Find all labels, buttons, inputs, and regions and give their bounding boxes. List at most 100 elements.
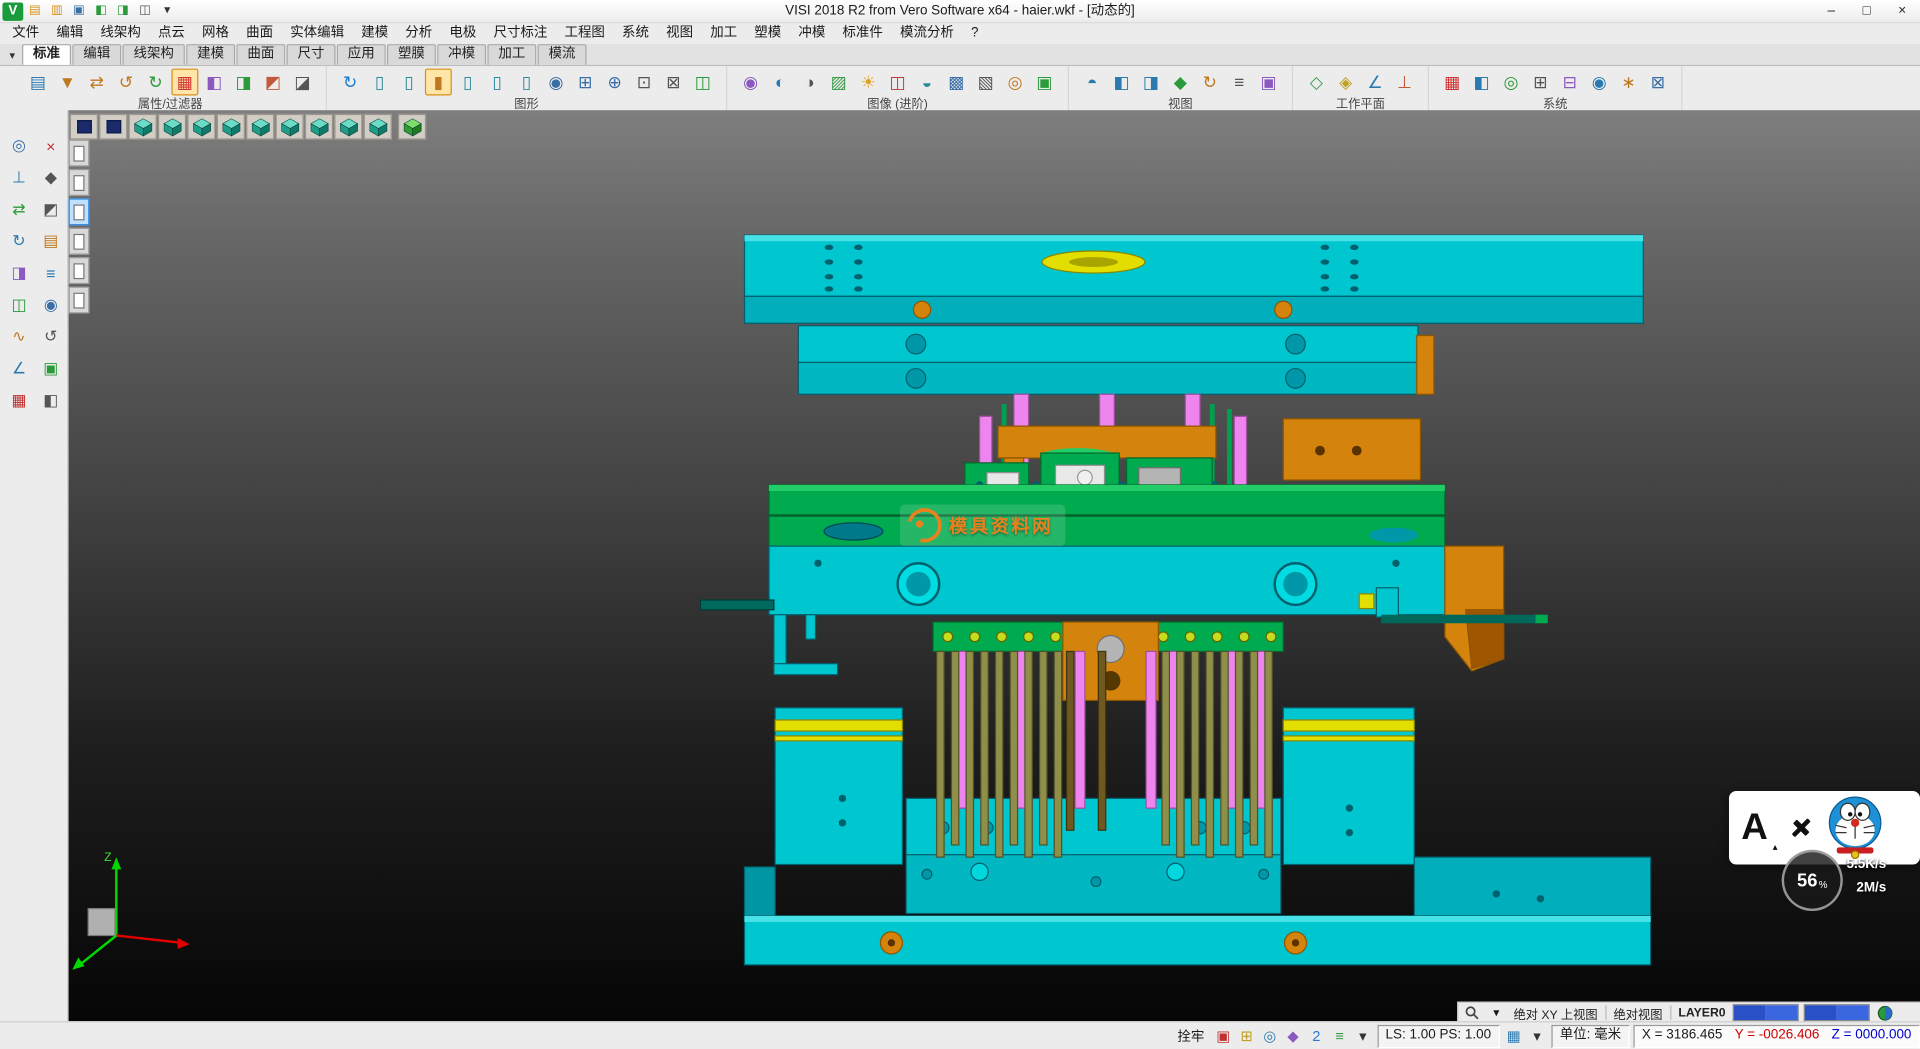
axonometric-view-cube-icon[interactable] — [129, 114, 157, 140]
clip-view-4-button[interactable] — [69, 228, 90, 255]
section-view-icon[interactable]: ◫ — [884, 69, 911, 96]
materials-icon[interactable]: ◐ — [767, 69, 794, 96]
tab-10[interactable]: 加工 — [487, 44, 536, 65]
delete-tool-icon[interactable]: × — [36, 132, 65, 159]
tab-6[interactable]: 尺寸 — [287, 44, 336, 65]
refresh-graphics-icon[interactable]: ↻ — [337, 69, 364, 96]
layer-stack-icon[interactable]: ≡ — [1329, 1026, 1350, 1047]
import-icon[interactable]: ◧ — [91, 2, 112, 20]
save-icon[interactable]: ▣ — [69, 2, 90, 20]
front-view-cube-icon[interactable] — [158, 114, 186, 140]
menu-item-11[interactable]: 尺寸标注 — [485, 23, 556, 44]
ejector-pins[interactable] — [937, 651, 1273, 857]
highlight-icon[interactable]: ◎ — [1002, 69, 1029, 96]
redo-icon[interactable]: ↻ — [142, 69, 169, 96]
view-caret-icon[interactable]: ▾ — [1487, 1004, 1507, 1021]
filter-icon[interactable]: ▼ — [54, 69, 81, 96]
menu-item-20[interactable]: ? — [962, 23, 987, 44]
status-caret[interactable]: ▾ — [1352, 1026, 1373, 1047]
workplane-xy-icon[interactable]: ◇ — [1303, 69, 1330, 96]
transparent-column-icon[interactable]: ▯ — [484, 69, 511, 96]
visi-logo[interactable]: V — [2, 2, 23, 20]
menu-item-3[interactable]: 线架构 — [92, 23, 150, 44]
workplane-align-icon[interactable]: ∠ — [1362, 69, 1389, 96]
left-view-cube-icon[interactable] — [246, 114, 274, 140]
menu-item-10[interactable]: 电极 — [441, 23, 485, 44]
grid-icon[interactable]: ⊞ — [1527, 69, 1554, 96]
upper-support-plates[interactable] — [798, 326, 1434, 395]
lock-label[interactable]: 拴牢 — [1172, 1026, 1209, 1046]
export-icon[interactable]: ◨ — [113, 2, 134, 20]
menu-item-13[interactable]: 系统 — [613, 23, 657, 44]
shaded-edges-column-icon[interactable]: ▯ — [454, 69, 481, 96]
minimize-button[interactable]: – — [1813, 1, 1849, 22]
open-file-icon[interactable]: ▥ — [47, 2, 68, 20]
image-settings-icon[interactable]: ▣ — [1031, 69, 1058, 96]
zoom-tool-icon[interactable]: ◎ — [4, 132, 33, 159]
menu-item-2[interactable]: 编辑 — [48, 23, 92, 44]
bottom-view-cube-icon[interactable] — [305, 114, 333, 140]
snapshot-tool-icon[interactable]: ◧ — [36, 387, 65, 414]
tab-5[interactable]: 曲面 — [236, 44, 285, 65]
background-icon[interactable]: ▩ — [943, 69, 970, 96]
menu-item-7[interactable]: 实体编辑 — [282, 23, 353, 44]
iso-view-cube-icon[interactable] — [334, 114, 362, 140]
menu-item-6[interactable]: 曲面 — [238, 23, 282, 44]
dynamic-rotate-icon[interactable]: ◉ — [542, 69, 569, 96]
tab-7[interactable]: 应用 — [337, 44, 386, 65]
tab-2[interactable]: 编辑 — [72, 44, 121, 65]
curve-tool-icon[interactable]: ∿ — [4, 323, 33, 350]
shadows-icon[interactable]: ◑ — [796, 69, 823, 96]
rotate-tool-icon[interactable]: ↻ — [4, 228, 33, 255]
palette-tool-icon[interactable]: ▦ — [4, 387, 33, 414]
tab-4[interactable]: 建模 — [186, 44, 235, 65]
display-settings-icon[interactable]: ⊠ — [1644, 69, 1671, 96]
menu-item-18[interactable]: 标准件 — [834, 23, 892, 44]
workplane-normal-icon[interactable]: ⊥ — [1391, 69, 1418, 96]
wireframe-column-icon[interactable]: ▯ — [366, 69, 393, 96]
menu-item-9[interactable]: 分析 — [397, 23, 441, 44]
clip-view-6-button[interactable] — [69, 287, 90, 314]
front-view-icon[interactable]: ◧ — [1108, 69, 1135, 96]
viewport-multi-icon[interactable] — [99, 114, 127, 140]
tab-9[interactable]: 冲模 — [437, 44, 486, 65]
erase-tool-icon[interactable]: ◩ — [36, 196, 65, 223]
viewport-single-icon[interactable] — [70, 114, 98, 140]
lighting-icon[interactable]: ☀ — [855, 69, 882, 96]
match-properties-icon[interactable]: ⇄ — [83, 69, 110, 96]
shaded-view-cube-icon[interactable] — [398, 114, 426, 140]
zoom-extents-icon[interactable]: ⊠ — [660, 69, 687, 96]
core-support-plate[interactable] — [769, 546, 1445, 615]
help-mode-icon[interactable]: 2 — [1306, 1026, 1327, 1047]
world-cs-icon[interactable]: ◎ — [1259, 1026, 1280, 1047]
view-list-icon[interactable]: ≡ — [1226, 69, 1253, 96]
ejector-guide-rod[interactable] — [1381, 615, 1548, 624]
close-button[interactable]: × — [1884, 1, 1920, 22]
mirror-tool-icon[interactable]: ◫ — [4, 291, 33, 318]
toolbar-options-caret[interactable]: ▾ — [157, 2, 178, 20]
menu-item-5[interactable]: 网格 — [193, 23, 237, 44]
maximize-button[interactable]: □ — [1849, 1, 1885, 22]
shading-mode-icon[interactable]: ◉ — [737, 69, 764, 96]
menu-item-8[interactable]: 建模 — [353, 23, 397, 44]
clipboard-tool-icon[interactable]: ▣ — [36, 355, 65, 382]
tab-3[interactable]: 线架构 — [122, 44, 184, 65]
selection-lock-icon[interactable]: ▣ — [1213, 1026, 1234, 1047]
edge-display-icon[interactable]: ▧ — [972, 69, 999, 96]
side-orange-slab[interactable] — [1417, 336, 1434, 395]
spacer-block-left[interactable] — [775, 708, 902, 865]
clamp-screw-right[interactable] — [1275, 301, 1292, 318]
edit-tool-icon[interactable]: ◆ — [36, 164, 65, 191]
grid-caret[interactable]: ▾ — [1527, 1026, 1548, 1047]
3d-viewport[interactable]: Z 模具资料网 — [67, 110, 1920, 1021]
system-monitor-icon[interactable]: ◧ — [1468, 69, 1495, 96]
layer-filter-icon[interactable]: ◧ — [201, 69, 228, 96]
clip-view-1-button[interactable] — [69, 140, 90, 167]
dimetric-view-cube-icon[interactable] — [364, 114, 392, 140]
top-clamp-plate[interactable] — [744, 235, 1643, 323]
info-tool-icon[interactable]: ◉ — [36, 291, 65, 318]
paint-tool-icon[interactable]: ◨ — [4, 260, 33, 287]
tab-11[interactable]: 模流 — [538, 44, 587, 65]
zoom-window-icon[interactable]: ⊡ — [631, 69, 658, 96]
menu-item-15[interactable]: 加工 — [702, 23, 746, 44]
